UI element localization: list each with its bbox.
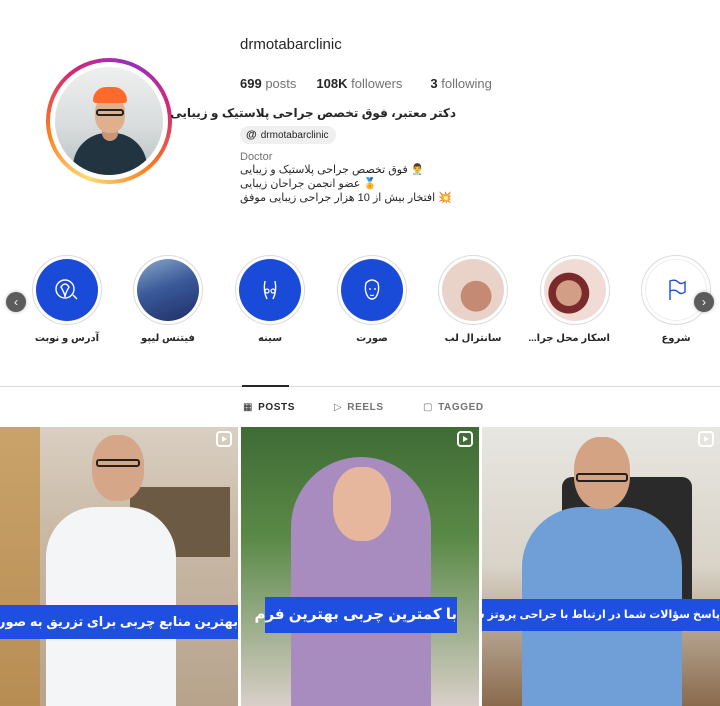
tab-posts[interactable]: ▦ POSTS — [243, 402, 295, 413]
active-tab-indicator — [242, 385, 289, 387]
tabs-divider — [0, 386, 720, 387]
highlight-scar[interactable]: اسکار محل جرا... — [528, 255, 610, 344]
profile-stats: 699 posts 108K followers 3 following — [240, 76, 512, 91]
post-tile[interactable]: با کمترین چربی بهترین فرم — [241, 427, 479, 706]
highlight-fitness-lipo[interactable]: فیتنس لیپو — [133, 255, 203, 344]
full-name: دکتر معتبر، فوق تخصص جراحی پلاستیک و زیب… — [170, 106, 456, 120]
highlights-next-button[interactable]: › — [694, 292, 714, 312]
post-tile[interactable]: بهترین منابع چربی برای تزریق به صورت — [0, 427, 238, 706]
reel-icon — [698, 431, 714, 447]
highlight-photo — [442, 259, 504, 321]
username: drmotabarclinic — [240, 36, 342, 53]
highlight-breast[interactable]: سینه — [235, 255, 305, 344]
highlight-address[interactable]: آدرس و نوبت — [32, 255, 102, 344]
threads-link[interactable]: @ drmotabarclinic — [240, 126, 336, 144]
bio-line: 🏅 عضو انجمن جراحان زیبایی — [240, 178, 378, 190]
bio-line: 💥 افتخار بیش از 10 هزار جراحی زیبایی موف… — [240, 192, 452, 204]
tab-tagged[interactable]: ▢ TAGGED — [423, 402, 484, 413]
post-tile[interactable]: پاسخ سؤالات شما در ارتباط با جراحی پروتز… — [482, 427, 720, 706]
body-outline-icon — [263, 280, 277, 300]
flag-icon — [669, 279, 686, 300]
reels-icon: ▷ — [334, 402, 343, 413]
posts-stat: 699 posts — [240, 76, 297, 91]
highlight-photo — [137, 259, 199, 321]
grid-icon: ▦ — [243, 402, 254, 413]
highlights-prev-button[interactable]: ‹ — [6, 292, 26, 312]
chevron-left-icon: ‹ — [14, 295, 18, 309]
highlight-photo — [544, 259, 606, 321]
bio: 👨‍⚕️ فوق تخصص جراحی پلاستیک و زیبایی 🏅 ع… — [240, 163, 452, 205]
map-pin-icon — [55, 279, 78, 300]
face-outline-icon — [364, 279, 380, 300]
profile-avatar[interactable] — [46, 58, 172, 184]
highlight-lip[interactable]: سانترال لب — [438, 255, 508, 344]
post-caption: پاسخ سؤالات شما در ارتباط با جراحی پروتز… — [482, 599, 720, 631]
avatar-photo — [55, 67, 163, 175]
tab-reels[interactable]: ▷ REELS — [334, 402, 384, 413]
post-caption: با کمترین چربی بهترین فرم — [254, 597, 457, 633]
following-stat[interactable]: 3 following — [430, 76, 491, 91]
post-caption: بهترین منابع چربی برای تزریق به صورت — [0, 605, 238, 639]
chevron-right-icon: › — [702, 295, 706, 309]
tagged-icon: ▢ — [423, 402, 434, 413]
threads-icon: @ — [246, 129, 257, 141]
reel-icon — [216, 431, 232, 447]
reel-icon — [457, 431, 473, 447]
bio-line: 👨‍⚕️ فوق تخصص جراحی پلاستیک و زیبایی — [240, 164, 425, 176]
followers-stat[interactable]: 108K followers — [316, 76, 402, 91]
category-label: Doctor — [240, 151, 273, 163]
highlight-face[interactable]: صورت — [337, 255, 407, 344]
